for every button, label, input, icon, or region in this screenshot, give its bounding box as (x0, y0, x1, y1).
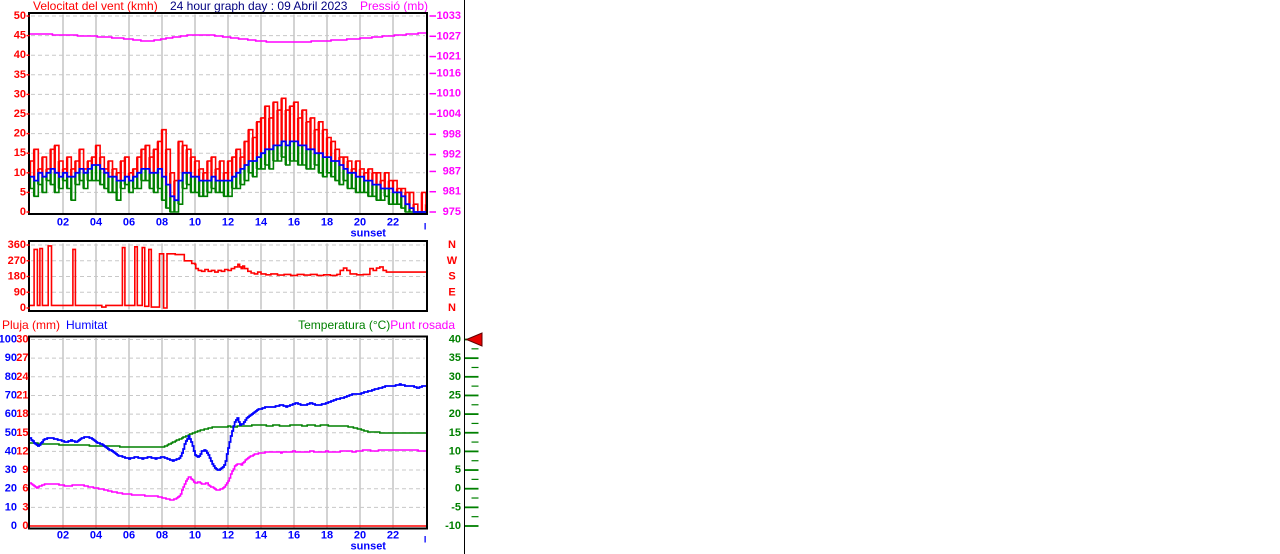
hour-label: 10 (189, 217, 201, 229)
hour-label: 16 (288, 530, 300, 542)
wind-tick-label: 40 (14, 49, 26, 61)
temperature-tick-label: 40 (449, 334, 461, 346)
humidity-tick-label: 50 (5, 427, 17, 439)
hour-label: 02 (57, 530, 69, 542)
hour-label: 10 (189, 530, 201, 542)
wind-tick-label: 15 (14, 147, 26, 159)
hour-label: 08 (156, 530, 168, 542)
hour-label: 16 (288, 217, 300, 229)
rain-tick-label: 12 (16, 445, 28, 457)
wind-tick-label: 0 (20, 206, 26, 218)
direction-tick-label: 90 (14, 286, 26, 298)
temperature-tick-label: -5 (451, 501, 461, 513)
compass-label: S (448, 271, 455, 283)
hour-label: 06 (123, 217, 135, 229)
direction-tick-label: 360 (8, 239, 26, 251)
hour-label: 14 (255, 217, 268, 229)
pressure-tick-label: 1033 (437, 10, 461, 22)
direction-tick-label: 270 (8, 255, 26, 267)
humidity-tick-label: 10 (5, 501, 17, 513)
hour-label: 12 (222, 530, 234, 542)
humidity-tick-label: 20 (5, 483, 17, 495)
pressure-tick-label: 1004 (437, 108, 462, 120)
humidity-tick-label: 70 (5, 389, 17, 401)
temperature-tick-label: -10 (445, 520, 461, 532)
pressure-tick-label: 1016 (437, 67, 461, 79)
temperature-marker-flag (465, 332, 483, 347)
compass-label: W (447, 255, 458, 267)
temperature-tick-label: 20 (449, 408, 461, 420)
hour-label: 04 (90, 530, 103, 542)
pressure-tick-label: 992 (443, 149, 461, 161)
humidity-tick-label: 0 (11, 520, 17, 532)
temperature-tick-label: 25 (449, 389, 461, 401)
temperature-tick-label: 15 (449, 427, 461, 439)
pressure-tick-label: 1021 (437, 51, 461, 63)
pressure-tick-label: 981 (443, 186, 461, 198)
temperature-tick-label: 0 (455, 483, 461, 495)
pressure-tick-label: 998 (443, 128, 461, 140)
rain-tick-label: 24 (16, 371, 29, 383)
hour-label: 02 (57, 217, 69, 229)
rain-tick-label: 9 (22, 464, 28, 476)
rain-tick-label: 15 (16, 427, 28, 439)
rain-tick-label: 30 (16, 334, 28, 346)
sunset-label: sunset (351, 541, 387, 553)
hour-label: 18 (321, 217, 333, 229)
pressure-tick-label: 1010 (437, 88, 461, 100)
temperature-tick-label: 30 (449, 371, 461, 383)
compass-label: E (448, 286, 455, 298)
wind-tick-label: 35 (14, 69, 26, 81)
wind-tick-label: 50 (14, 10, 26, 22)
humidity-tick-label: 100 (0, 334, 17, 346)
pressure-tick-label: 987 (443, 165, 461, 177)
compass-label: N (448, 239, 456, 251)
hour-label: 22 (387, 217, 399, 229)
direction-tick-label: 180 (8, 271, 26, 283)
rain-tick-label: 0 (22, 520, 28, 532)
direction-tick-label: 0 (20, 302, 26, 314)
compass-label: N (448, 302, 456, 314)
axis-end-marker: I (424, 535, 427, 545)
rain-tick-label: 6 (22, 483, 28, 495)
hour-label: 06 (123, 530, 135, 542)
humidity-tick-label: 40 (5, 445, 17, 457)
wind-tick-label: 45 (14, 30, 26, 42)
axis-end-marker: I (424, 222, 427, 232)
hour-label: 22 (387, 530, 399, 542)
humidity-tick-label: 90 (5, 352, 17, 364)
temperature-tick-label: 5 (455, 464, 461, 476)
sunset-label: sunset (351, 228, 387, 240)
wind-tick-label: 30 (14, 88, 26, 100)
humidity-tick-label: 80 (5, 371, 17, 383)
rain-tick-label: 3 (22, 501, 28, 513)
pressure-tick-label: 1027 (437, 30, 461, 42)
wind-tick-label: 20 (14, 128, 26, 140)
pressure-tick-label: 975 (443, 206, 461, 218)
wind-tick-label: 10 (14, 167, 26, 179)
rain-tick-label: 27 (16, 352, 28, 364)
rain-tick-label: 21 (16, 389, 28, 401)
rain-tick-label: 18 (16, 408, 28, 420)
hour-label: 04 (90, 217, 103, 229)
weather-graph-window: Velocitat del vent (kmh) 24 hour graph d… (0, 0, 1280, 554)
hour-label: 14 (255, 530, 268, 542)
wind-tick-label: 25 (14, 108, 26, 120)
temperature-tick-label: 35 (449, 352, 461, 364)
temperature-tick-label: 10 (449, 445, 461, 457)
humidity-tick-label: 30 (5, 464, 17, 476)
weather-graphs-svg: 0510152025303540455097598198799299810041… (0, 10, 483, 553)
wind-tick-label: 5 (20, 186, 26, 198)
hour-label: 12 (222, 217, 234, 229)
humidity-tick-label: 60 (5, 408, 17, 420)
hour-label: 08 (156, 217, 168, 229)
hour-label: 18 (321, 530, 333, 542)
